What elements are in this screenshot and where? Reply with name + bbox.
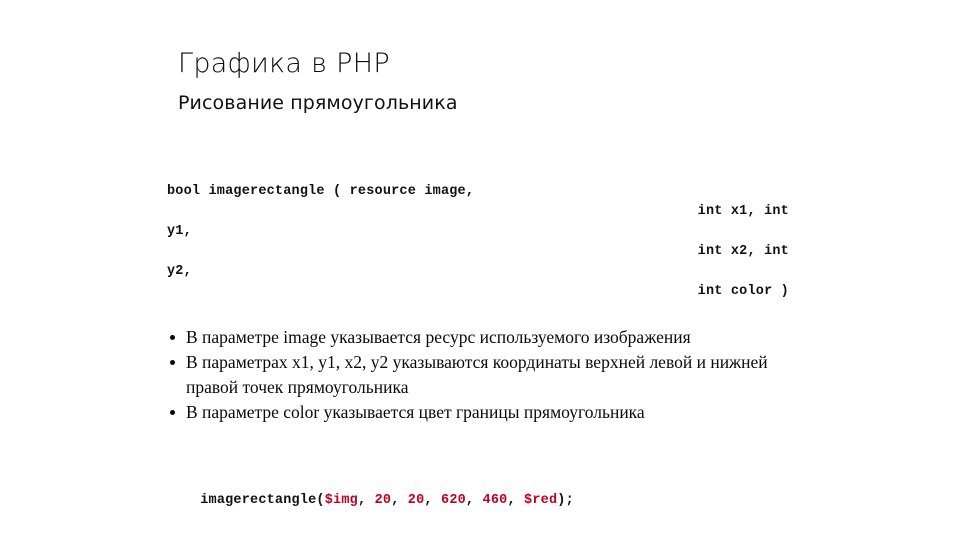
- signature-line: y1,: [167, 224, 192, 239]
- list-item: В параметре image указывается ресурс исп…: [167, 325, 787, 350]
- code-token: ,: [424, 493, 442, 508]
- bullet-dot-icon: [170, 410, 175, 415]
- list-item: В параметре color указывается цвет грани…: [167, 400, 787, 425]
- signature-line: y2,: [167, 264, 192, 279]
- code-token: imagerectangle(: [200, 493, 325, 508]
- page-subtitle: Рисование прямоугольника: [178, 92, 458, 114]
- list-item-label: В параметре color указывается цвет грани…: [186, 402, 645, 422]
- signature-line: int x2, int: [697, 244, 789, 259]
- code-token: $red: [524, 493, 558, 508]
- signature-line: int x1, int: [697, 204, 789, 219]
- code-token: $img: [324, 493, 358, 508]
- signature-line: int color ): [697, 284, 789, 299]
- list-item-label: В параметрах x1, y1, x2, y2 указываются …: [186, 352, 768, 397]
- code-token: ,: [391, 493, 408, 508]
- bullet-dot-icon: [170, 335, 175, 340]
- code-token: );: [557, 493, 574, 508]
- code-token: 20: [407, 493, 425, 508]
- description-bullet-list: В параметре image указывается ресурс исп…: [167, 325, 787, 425]
- code-token: ,: [465, 493, 483, 508]
- page-title: Графика в PHP: [178, 48, 390, 79]
- list-item-label: В параметре image указывается ресурс исп…: [186, 327, 691, 347]
- code-token: ,: [507, 493, 525, 508]
- example-code-line: imagerectangle($img, 20, 20, 620, 460, $…: [167, 471, 574, 531]
- code-token: ,: [357, 493, 375, 508]
- function-signature-block: bool imagerectangle ( resource image, in…: [167, 182, 789, 302]
- code-token: 460: [482, 493, 508, 508]
- list-item: В параметрах x1, y1, x2, y2 указываются …: [167, 350, 787, 400]
- slide-canvas: Графика в PHP Рисование прямоугольника b…: [0, 0, 960, 540]
- signature-line: bool imagerectangle ( resource image,: [167, 184, 475, 199]
- bullet-dot-icon: [170, 360, 175, 365]
- code-token: 620: [441, 493, 466, 508]
- code-token: 20: [374, 493, 392, 508]
